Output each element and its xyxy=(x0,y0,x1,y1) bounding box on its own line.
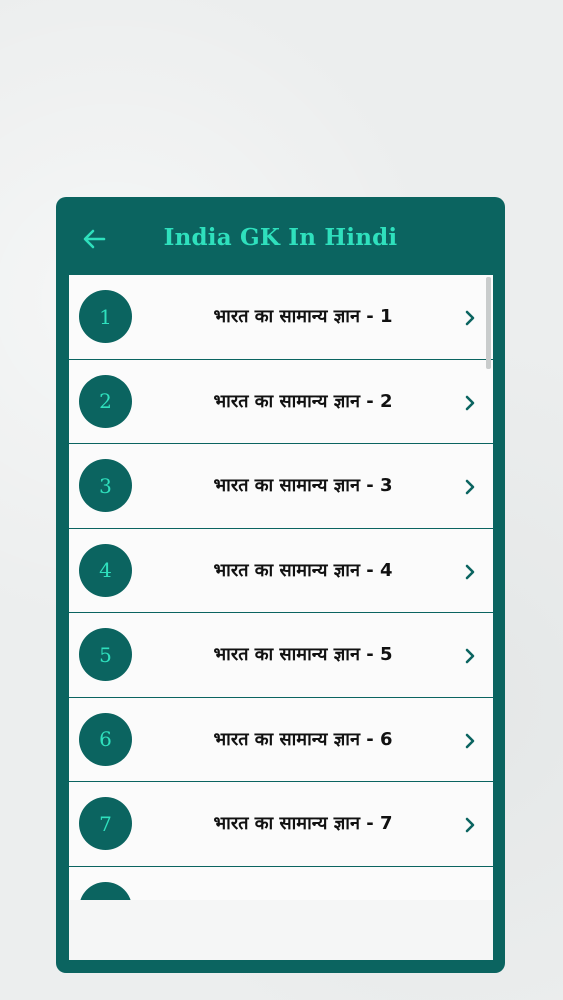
chevron-right-icon xyxy=(465,564,475,579)
item-label: भारत का सामान्य ज्ञान - 4 xyxy=(213,559,393,581)
item-number-badge: 4 xyxy=(79,543,132,597)
topic-list-item-5[interactable]: 5 भारत का सामान्य ज्ञान - 5 xyxy=(69,613,493,698)
chevron-right-icon xyxy=(465,395,475,410)
item-label: भारत का सामान्य ज्ञान - 6 xyxy=(213,728,393,750)
chevron-right-icon xyxy=(465,648,475,664)
item-number-badge: 5 xyxy=(79,628,132,681)
item-label: भारत का सामान्य ज्ञान - 5 xyxy=(213,644,393,665)
topic-list-item-6[interactable]: 6 भारत का सामान्य ज्ञान - 6 xyxy=(69,697,493,782)
chevron-right-icon xyxy=(465,479,475,495)
item-number-badge: 6 xyxy=(79,712,132,766)
topic-list: 1 भारत का सामान्य ज्ञान - 1 2 भारत का सा… xyxy=(69,275,493,951)
page-background: India GK In Hindi 1 भारत का सामान्य ज्ञा… xyxy=(0,0,563,1000)
list-scrollbar[interactable] xyxy=(486,277,491,369)
chevron-right-icon xyxy=(465,817,475,833)
page-title: India GK In Hindi xyxy=(163,224,398,251)
chevron-right-icon xyxy=(465,310,475,326)
item-number-badge: 1 xyxy=(79,290,132,343)
topic-list-item-1[interactable]: 1 भारत का सामान्य ज्ञान - 1 xyxy=(69,275,493,360)
item-label: भारत का सामान्य ज्ञान - 1 xyxy=(213,306,393,327)
item-label: भारत का सामान्य ज्ञान - 7 xyxy=(213,813,393,834)
item-number-badge: 2 xyxy=(79,374,132,428)
gk-list-panel: India GK In Hindi 1 भारत का सामान्य ज्ञा… xyxy=(56,197,505,973)
item-number-badge: 3 xyxy=(79,459,132,512)
topic-list-item-3[interactable]: 3 भारत का सामान्य ज्ञान - 3 xyxy=(69,444,493,529)
item-label: भारत का सामान्य ज्ञान - 2 xyxy=(213,390,393,412)
chevron-right-icon xyxy=(465,733,475,748)
item-number-badge: 7 xyxy=(79,797,132,850)
topic-list-item-4[interactable]: 4 भारत का सामान्य ज्ञान - 4 xyxy=(69,528,493,613)
topic-list-viewport[interactable]: 1 भारत का सामान्य ज्ञान - 1 2 भारत का सा… xyxy=(69,275,493,960)
topic-list-item-7[interactable]: 7 भारत का सामान्य ज्ञान - 7 xyxy=(69,782,493,867)
topic-list-item-2[interactable]: 2 भारत का सामान्य ज्ञान - 2 xyxy=(69,359,493,444)
list-bottom-fade xyxy=(69,900,493,960)
item-label: भारत का सामान्य ज्ञान - 3 xyxy=(213,475,393,496)
app-header: India GK In Hindi xyxy=(56,197,505,275)
